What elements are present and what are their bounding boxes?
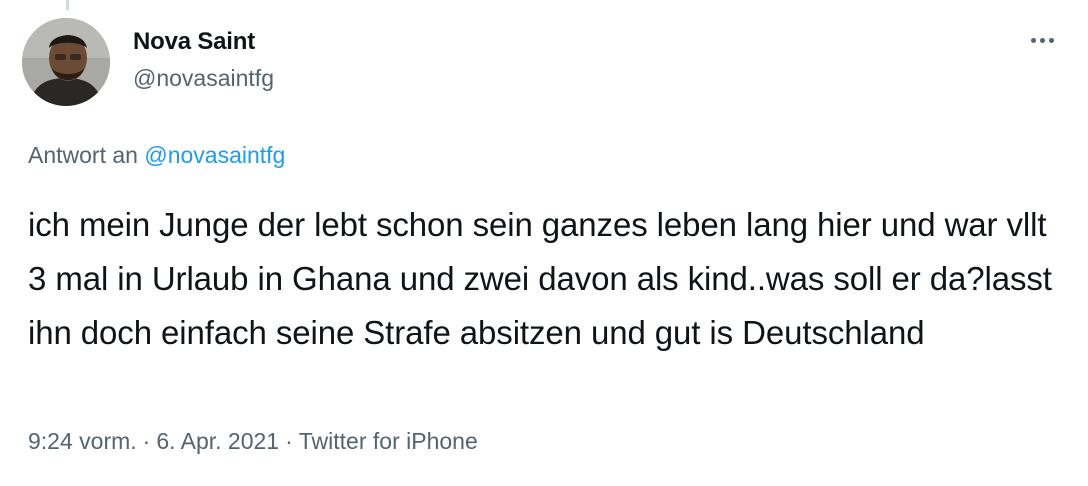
thread-connector-line [66,0,69,10]
tweet-metadata: 9:24 vorm. · 6. Apr. 2021 · Twitter for iPho… [28,428,478,455]
tweet-date-link[interactable]: 6. Apr. 2021 [156,428,279,454]
reply-prefix: Antwort an [28,142,138,168]
tweet-time-link[interactable]: 9:24 vorm. [28,428,137,454]
more-horizontal-icon-dot [1048,37,1054,43]
meta-separator: · [142,428,151,454]
meta-separator: · [285,428,293,454]
avatar-image [22,18,110,106]
more-options-button[interactable] [1020,22,1064,58]
more-horizontal-icon-dot [1039,37,1045,43]
tweet-text: ich mein Junge der lebt schon sein ganze… [28,206,1052,351]
author-name[interactable]: Nova Saint [133,28,255,56]
tweet-source-link[interactable]: Twitter for iPhone [299,428,478,454]
avatar[interactable] [22,18,110,106]
reply-context: Antwort an @novasaintfg [28,142,285,169]
reply-mention-link[interactable]: @novasaintfg [144,142,285,168]
author-handle[interactable]: @novasaintfg [133,65,274,92]
tweet-card: Nova Saint @novasaintfg Antwort an @nova… [0,0,1088,486]
more-horizontal-icon [1030,37,1036,43]
